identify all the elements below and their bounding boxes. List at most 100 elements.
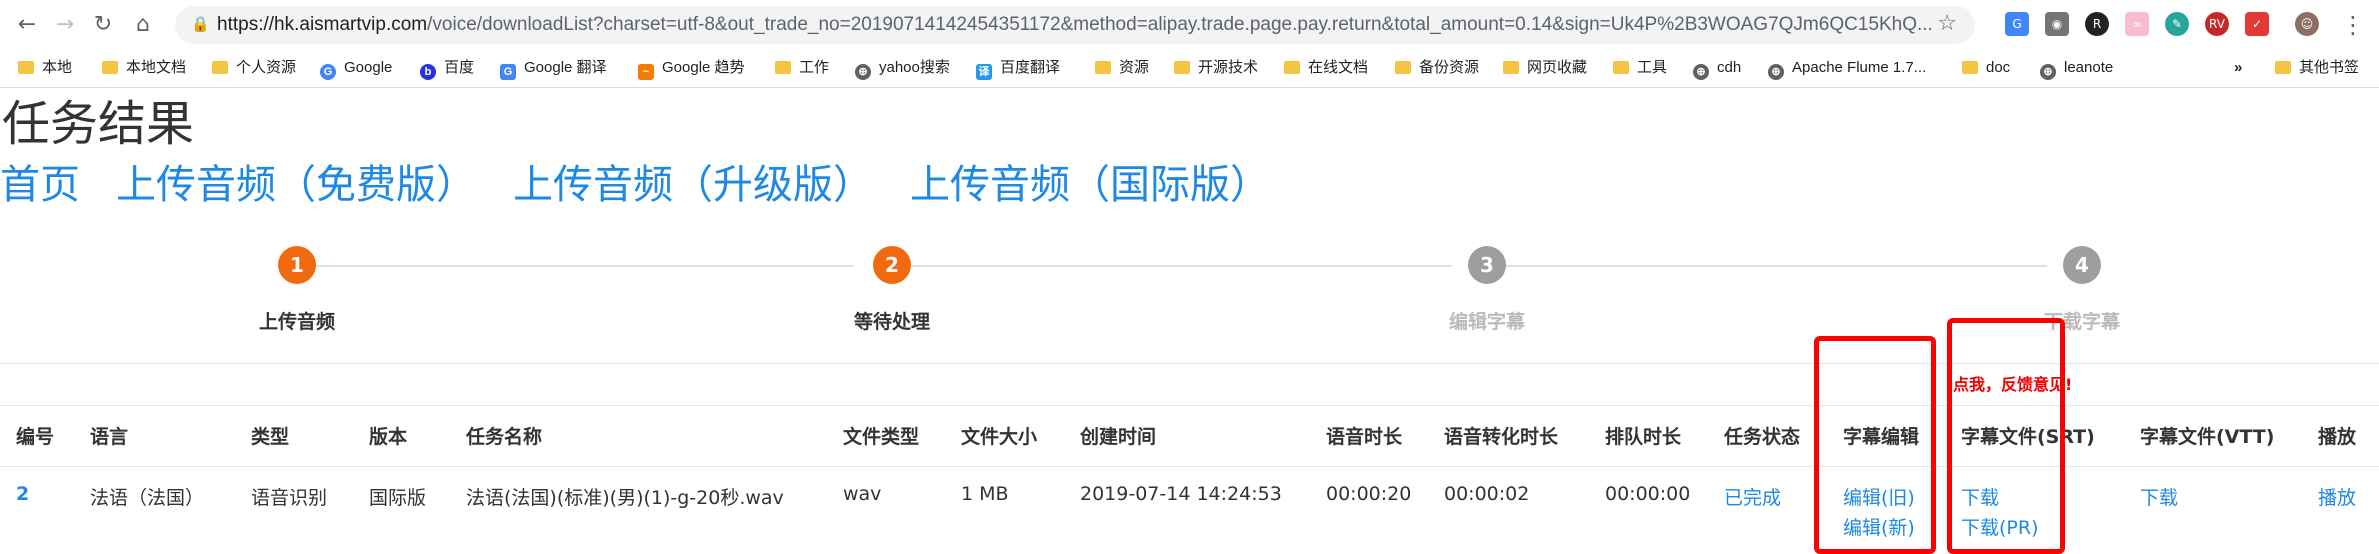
feedback-annotation[interactable]: 点我，反馈意见! — [1953, 371, 2072, 395]
bookmark-link[interactable]: ⊕ leanote — [2040, 57, 2114, 80]
folder-icon — [102, 61, 118, 74]
bookmark-link[interactable]: 译百度翻译 — [976, 57, 1061, 80]
reload-icon[interactable]: ↻ — [88, 10, 118, 40]
cell-convert-duration: 00:00:02 — [1444, 483, 1530, 505]
bookmark-folder[interactable]: 开源技术 — [1174, 57, 1258, 79]
step-3-label: 编辑字幕 — [1448, 311, 1525, 333]
step-connector — [1506, 265, 2047, 267]
vtt-download-link[interactable]: 下载 — [2140, 483, 2178, 510]
lock-icon: 🔒 — [191, 15, 210, 33]
globe-icon: ⊕ — [855, 64, 871, 80]
profile-avatar-icon[interactable]: ☺ — [2295, 12, 2319, 36]
nav-upload-international-link[interactable]: 上传音频（国际版） — [910, 155, 1270, 215]
status-link[interactable]: 已完成 — [1724, 483, 1781, 510]
bookmark-link[interactable]: ~ Google 趋势 — [638, 57, 745, 80]
bookmark-folder[interactable]: 个人资源 — [212, 57, 296, 79]
play-link[interactable]: 播放 — [2318, 483, 2356, 510]
folder-icon — [1503, 61, 1519, 74]
col-header: 编号 — [16, 426, 55, 448]
bookmark-star-icon[interactable]: ☆ — [1937, 11, 1957, 36]
bookmark-label: 百度翻译 — [1000, 59, 1061, 76]
bookmark-folder[interactable]: doc — [1962, 57, 2010, 79]
nav-home-link[interactable]: 首页 — [0, 155, 80, 215]
pocket-extension-icon[interactable]: ✓ — [2245, 12, 2269, 36]
bookmark-link[interactable]: G Google — [320, 57, 393, 80]
folder-icon — [1962, 61, 1978, 74]
folder-icon — [2275, 61, 2291, 74]
bookmark-link[interactable]: ⊕ Apache Flume 1.7... — [1768, 57, 1926, 80]
menu-kebab-icon[interactable]: ⋮ — [2338, 10, 2368, 40]
pink-extension-icon[interactable]: ∞ — [2125, 12, 2149, 36]
cell-file-size: 1 MB — [961, 483, 1009, 505]
annotation-box-edit — [1814, 336, 1936, 554]
url-path: /voice/downloadList?charset=utf-8&out_tr… — [427, 14, 1933, 35]
step-2-circle: 2 — [873, 246, 911, 284]
col-header: 任务状态 — [1724, 426, 1801, 448]
back-icon[interactable]: ← — [12, 10, 42, 40]
col-header: 文件类型 — [843, 426, 920, 448]
bookmark-link[interactable]: G Google 翻译 — [500, 57, 607, 80]
google-icon: G — [320, 64, 336, 80]
google-trends-icon: ~ — [638, 64, 654, 80]
bookmark-label: 本地文档 — [126, 59, 187, 76]
bookmark-label: Google 翻译 — [524, 59, 607, 76]
translate-extension-icon[interactable]: G — [2005, 12, 2029, 36]
bookmark-label: Google — [344, 59, 393, 76]
browser-toolbar: ← → ↻ ⌂ 🔒 https://hk.aismartvip.com/voic… — [0, 0, 2379, 49]
annotation-box-srt — [1947, 318, 2065, 554]
folder-icon — [1095, 61, 1111, 74]
col-header: 类型 — [251, 426, 290, 448]
bookmark-folder[interactable]: 本地 — [18, 57, 72, 79]
bookmark-label: 个人资源 — [236, 59, 297, 76]
col-header: 播放 — [2318, 426, 2357, 448]
bookmark-folder[interactable]: 在线文档 — [1284, 57, 1368, 79]
globe-icon: ⊕ — [2040, 64, 2056, 80]
bookmark-folder-other[interactable]: 其他书签 — [2275, 57, 2359, 79]
bookmark-label: 百度 — [444, 59, 475, 76]
bookmarks-overflow-button[interactable]: » — [2234, 57, 2242, 79]
nav-upload-upgrade-link[interactable]: 上传音频（升级版） — [513, 155, 873, 215]
cell-task-name: 法语(法国)(标准)(男)(1)-g-20秒.wav — [466, 487, 784, 509]
bookmark-folder[interactable]: 工作 — [775, 57, 829, 79]
bookmark-label: doc — [1986, 59, 2011, 76]
step-1-label: 上传音频 — [258, 311, 335, 333]
bookmark-link[interactable]: ⊕ yahoo搜索 — [855, 57, 950, 80]
address-bar[interactable]: 🔒 https://hk.aismartvip.com/voice/downlo… — [175, 6, 1975, 44]
bookmark-label: yahoo搜索 — [879, 59, 950, 76]
baidu-translate-icon: 译 — [976, 64, 992, 80]
cell-type: 语音识别 — [251, 487, 328, 509]
bookmark-label: cdh — [1717, 59, 1742, 76]
bookmark-link[interactable]: b 百度 — [420, 57, 475, 80]
nav-upload-free-link[interactable]: 上传音频（免费版） — [116, 155, 476, 215]
r-extension-icon[interactable]: R — [2085, 12, 2109, 36]
forward-icon[interactable]: → — [50, 10, 80, 40]
bookmark-label: 其他书签 — [2299, 59, 2360, 76]
page-title: 任务结果 — [2, 96, 195, 152]
leaf-extension-icon[interactable]: ✎ — [2165, 12, 2189, 36]
home-icon[interactable]: ⌂ — [128, 10, 158, 40]
cell-language: 法语（法国） — [90, 487, 205, 509]
col-header: 语言 — [90, 426, 129, 448]
bookmark-link[interactable]: ⊕ cdh — [1693, 57, 1742, 80]
folder-icon — [1613, 61, 1629, 74]
globe-icon: ⊕ — [1768, 64, 1784, 80]
bookmark-folder[interactable]: 网页收藏 — [1503, 57, 1587, 79]
folder-icon — [18, 61, 34, 74]
col-header: 任务名称 — [466, 426, 543, 448]
step-connector — [911, 265, 1452, 267]
task-id-link[interactable]: 2 — [16, 483, 29, 505]
rv-extension-icon[interactable]: RV — [2205, 12, 2229, 36]
col-header: 排队时长 — [1605, 426, 1682, 448]
bookmark-folder[interactable]: 工具 — [1613, 57, 1667, 79]
camera-extension-icon[interactable]: ◉ — [2045, 12, 2069, 36]
bookmark-folder[interactable]: 备份资源 — [1395, 57, 1479, 79]
bookmark-folder[interactable]: 本地文档 — [102, 57, 186, 79]
bookmark-label: leanote — [2064, 59, 2114, 76]
baidu-icon: b — [420, 64, 436, 80]
step-2-label: 等待处理 — [853, 311, 930, 333]
folder-icon — [775, 61, 791, 74]
url-text[interactable]: https://hk.aismartvip.com/voice/download… — [217, 14, 1937, 36]
bookmark-folder[interactable]: 资源 — [1095, 57, 1149, 79]
step-1-circle: 1 — [278, 246, 316, 284]
folder-icon — [1284, 61, 1300, 74]
